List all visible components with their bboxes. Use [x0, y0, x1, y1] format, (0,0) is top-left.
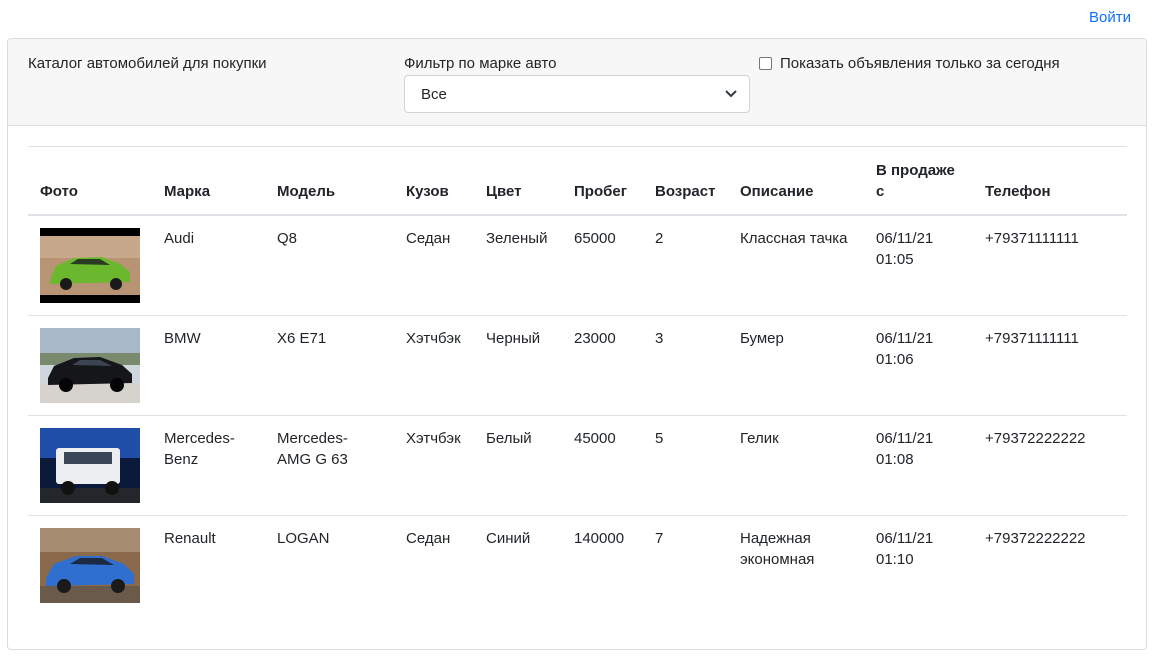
photo-cell	[28, 316, 152, 416]
column-header-on-sale-since: В продаже с	[876, 162, 955, 200]
column-header-photo: Фото	[40, 183, 78, 200]
color-cell: Синий	[486, 530, 531, 547]
body-cell: Седан	[406, 530, 451, 547]
mileage-cell: 140000	[574, 530, 625, 547]
phone-cell: +79372222222	[985, 430, 1086, 447]
table-row: Renault LOGAN Седан Синий 140000 7 Надеж…	[28, 516, 1127, 616]
phone-cell: +79371111111	[985, 230, 1079, 247]
today-only-checkbox[interactable]	[759, 57, 772, 70]
body-cell: Хэтчбэк	[406, 430, 461, 447]
column-header-color: Цвет	[486, 183, 522, 200]
green-audi-q8-photo	[40, 228, 140, 303]
catalog-card: Каталог автомобилей для покупки Фильтр п…	[7, 38, 1147, 650]
phone-cell: +79372222222	[985, 530, 1086, 547]
model-cell: X6 E71	[277, 330, 327, 347]
login-link[interactable]: Войти	[1089, 9, 1131, 26]
model-cell: Mercedes-AMG G 63	[277, 430, 348, 468]
column-header-brand: Марка	[164, 183, 211, 200]
age-cell: 5	[655, 430, 664, 447]
color-cell: Черный	[486, 330, 541, 347]
model-cell: Q8	[277, 230, 298, 247]
body-cell: Хэтчбэк	[406, 330, 461, 347]
on-sale-since-cell: 06/11/21 01:05	[876, 230, 934, 268]
cars-table-wrap: Фото Марка Модель Кузов Цвет Пробег Возр…	[28, 146, 1127, 616]
on-sale-since-cell: 06/11/21 01:08	[876, 430, 934, 468]
table-row: Audi Q8 Седан Зеленый 65000 2 Классная т…	[28, 215, 1127, 316]
column-header-body: Кузов	[406, 183, 449, 200]
brand-cell: Mercedes-Benz	[164, 430, 235, 468]
table-header-row: Фото Марка Модель Кузов Цвет Пробег Возр…	[28, 146, 1127, 215]
column-header-mileage: Пробег	[574, 183, 627, 200]
brand-cell: Renault	[164, 530, 216, 547]
catalog-card-header: Каталог автомобилей для покупки Фильтр п…	[8, 39, 1146, 126]
mileage-cell: 65000	[574, 230, 616, 247]
photo-cell	[28, 416, 152, 516]
photo-cell	[28, 215, 152, 316]
brand-filter-label: Фильтр по марке авто	[404, 55, 557, 72]
age-cell: 7	[655, 530, 664, 547]
photo-cell	[28, 516, 152, 616]
column-header-age: Возраст	[655, 183, 716, 200]
black-bmw-x6-photo	[40, 328, 140, 403]
brand-filter-value: Все	[421, 85, 447, 103]
on-sale-since-cell: 06/11/21 01:10	[876, 530, 934, 568]
blue-renault-logan-photo	[40, 528, 140, 603]
phone-cell: +79371111111	[985, 330, 1079, 347]
description-cell: Надежная экономная	[740, 530, 815, 568]
mileage-cell: 45000	[574, 430, 616, 447]
today-only-label: Показать объявления только за сегодня	[780, 55, 1060, 72]
description-cell: Классная тачка	[740, 230, 848, 247]
color-cell: Зеленый	[486, 230, 548, 247]
column-header-phone: Телефон	[985, 183, 1051, 200]
brand-cell: Audi	[164, 230, 195, 247]
cars-table: Фото Марка Модель Кузов Цвет Пробег Возр…	[28, 146, 1127, 616]
description-cell: Бумер	[740, 330, 784, 347]
table-row: Mercedes-Benz Mercedes-AMG G 63 Хэтчбэк …	[28, 416, 1127, 516]
catalog-title: Каталог автомобилей для покупки	[28, 55, 267, 72]
model-cell: LOGAN	[277, 530, 330, 547]
color-cell: Белый	[486, 430, 532, 447]
brand-filter-select[interactable]: Все	[404, 75, 750, 113]
on-sale-since-cell: 06/11/21 01:06	[876, 330, 934, 368]
chevron-down-icon	[725, 87, 737, 101]
today-only-toggle[interactable]: Показать объявления только за сегодня	[759, 55, 1060, 72]
mileage-cell: 23000	[574, 330, 616, 347]
column-header-model: Модель	[277, 183, 336, 200]
white-mercedes-g63-photo	[40, 428, 140, 503]
column-header-description: Описание	[740, 183, 814, 200]
description-cell: Гелик	[740, 430, 779, 447]
age-cell: 2	[655, 230, 664, 247]
age-cell: 3	[655, 330, 664, 347]
table-row: BMW X6 E71 Хэтчбэк Черный 23000 3 Бумер …	[28, 316, 1127, 416]
brand-cell: BMW	[164, 330, 201, 347]
body-cell: Седан	[406, 230, 451, 247]
